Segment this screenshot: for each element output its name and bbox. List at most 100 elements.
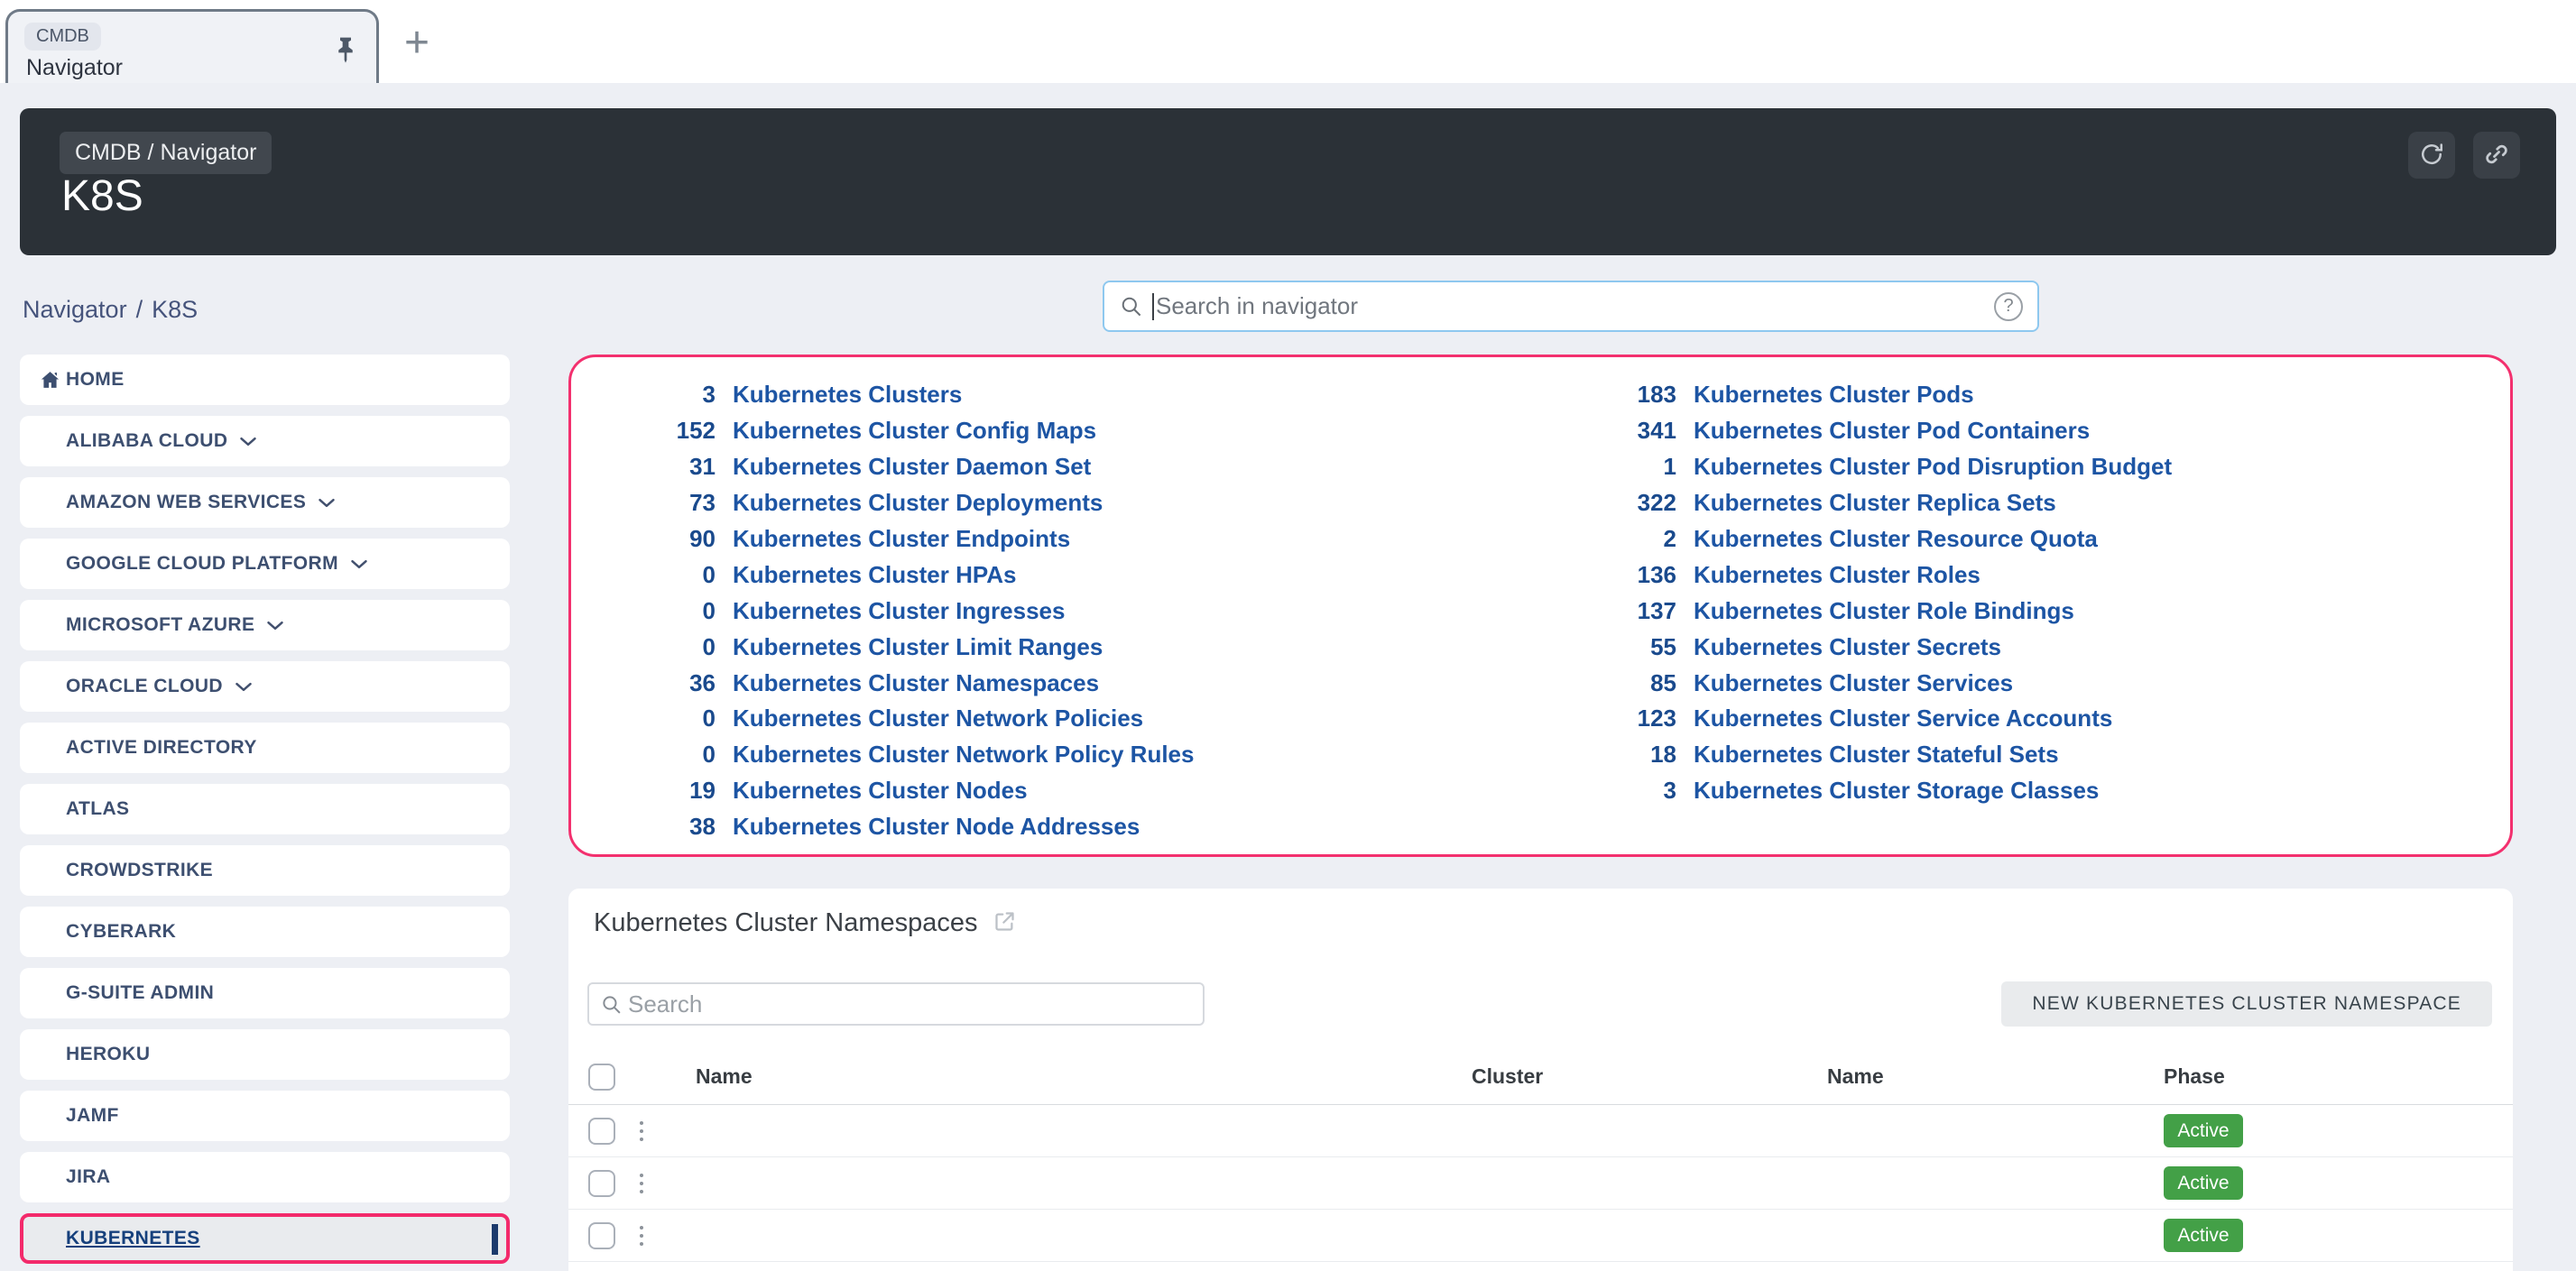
count-link[interactable]: Kubernetes Cluster Stateful Sets xyxy=(1694,741,2059,769)
column-header-name[interactable]: Name xyxy=(671,1064,1460,1089)
count-row: 0Kubernetes Cluster Limit Ranges xyxy=(616,629,1194,665)
help-icon[interactable]: ? xyxy=(1994,292,2023,321)
select-all-checkbox[interactable] xyxy=(588,1064,615,1091)
count-link[interactable]: Kubernetes Cluster Role Bindings xyxy=(1694,597,2074,625)
count-link[interactable]: Kubernetes Cluster Service Accounts xyxy=(1694,705,2112,732)
count-link[interactable]: Kubernetes Cluster Endpoints xyxy=(733,525,1070,553)
count-link[interactable]: Kubernetes Cluster Pod Containers xyxy=(1694,417,2090,445)
count-link[interactable]: Kubernetes Cluster Limit Ranges xyxy=(733,633,1103,661)
count-link[interactable]: Kubernetes Cluster Daemon Set xyxy=(733,453,1091,481)
chevron-down-icon xyxy=(239,436,257,447)
count-link[interactable]: Kubernetes Cluster Ingresses xyxy=(733,597,1065,625)
count-row: 136 Kubernetes Cluster Roles xyxy=(1577,557,2172,593)
tab-app-badge: CMDB xyxy=(24,23,101,51)
sidebar-item-heroku[interactable]: HEROKU xyxy=(20,1029,510,1080)
count-link[interactable]: Kubernetes Cluster Node Addresses xyxy=(733,813,1140,841)
count-link[interactable]: Kubernetes Cluster Resource Quota xyxy=(1694,525,2098,553)
count-row: 152Kubernetes Cluster Config Maps xyxy=(616,413,1194,449)
refresh-button[interactable] xyxy=(2408,132,2455,179)
sidebar-item-kubernetes[interactable]: KUBERNETES xyxy=(20,1213,510,1264)
row-checkbox[interactable] xyxy=(588,1118,615,1145)
row-menu-icon[interactable] xyxy=(628,1220,655,1251)
count-row: 3Kubernetes Cluster Storage Classes xyxy=(1577,773,2172,809)
table-search-input[interactable] xyxy=(628,990,1192,1018)
count-value: 183 xyxy=(1577,381,1676,409)
count-row: 341Kubernetes Cluster Pod Containers xyxy=(1577,413,2172,449)
count-row: 137 Kubernetes Cluster Role Bindings xyxy=(1577,593,2172,629)
new-namespace-button[interactable]: NEW KUBERNETES CLUSTER NAMESPACE xyxy=(2001,981,2492,1027)
count-row: 3Kubernetes Clusters xyxy=(616,377,1194,413)
row-checkbox[interactable] xyxy=(588,1170,615,1197)
count-value: 18 xyxy=(1577,741,1676,769)
sidebar-item-cyberark[interactable]: CYBERARK xyxy=(20,907,510,957)
kubernetes-counts-panel: 3Kubernetes Clusters 152Kubernetes Clust… xyxy=(568,355,2513,857)
count-value: 0 xyxy=(616,705,716,732)
sidebar-item-atlas[interactable]: ATLAS xyxy=(20,784,510,834)
sidebar-item-alibaba-cloud[interactable]: ALIBABA CLOUD xyxy=(20,416,510,466)
count-value: 2 xyxy=(1577,525,1676,553)
count-link[interactable]: Kubernetes Cluster Network Policies xyxy=(733,705,1143,732)
count-value: 36 xyxy=(616,669,716,697)
count-link[interactable]: Kubernetes Cluster HPAs xyxy=(733,561,1017,589)
count-link[interactable]: Kubernetes Cluster Storage Classes xyxy=(1694,777,2099,805)
sidebar-item-google-cloud-platform[interactable]: GOOGLE CLOUD PLATFORM xyxy=(20,539,510,589)
count-link[interactable]: Kubernetes Clusters xyxy=(733,381,962,409)
count-link[interactable]: Kubernetes Cluster Secrets xyxy=(1694,633,2001,661)
column-header-cluster[interactable]: Cluster xyxy=(1460,1064,1814,1089)
count-row: 2 Kubernetes Cluster Resource Quota xyxy=(1577,521,2172,557)
count-link[interactable]: Kubernetes Cluster Deployments xyxy=(733,489,1103,517)
count-link[interactable]: Kubernetes Cluster Replica Sets xyxy=(1694,489,2056,517)
sidebar-item-jira[interactable]: JIRA xyxy=(20,1152,510,1202)
tab-title: Navigator xyxy=(26,55,123,81)
tab-cmdb-navigator[interactable]: CMDB Navigator xyxy=(5,9,379,83)
count-link[interactable]: Kubernetes Cluster Config Maps xyxy=(733,417,1096,445)
count-row: 19Kubernetes Cluster Nodes xyxy=(616,773,1194,809)
sidebar-item-microsoft-azure[interactable]: MICROSOFT AZURE xyxy=(20,600,510,650)
count-value: 0 xyxy=(616,597,716,625)
count-link[interactable]: Kubernetes Cluster Nodes xyxy=(733,777,1028,805)
sidebar-item-active-directory[interactable]: ACTIVE DIRECTORY xyxy=(20,723,510,773)
count-link[interactable]: Kubernetes Cluster Services xyxy=(1694,669,2013,697)
column-header-name-2[interactable]: Name xyxy=(1814,1064,2162,1089)
breadcrumb-section[interactable]: Navigator xyxy=(23,296,127,323)
sidebar-item-oracle-cloud[interactable]: ORACLE CLOUD xyxy=(20,661,510,712)
sidebar-item-crowdstrike[interactable]: CROWDSTRIKE xyxy=(20,845,510,896)
count-link[interactable]: Kubernetes Cluster Network Policy Rules xyxy=(733,741,1194,769)
table-row[interactable]: Active xyxy=(568,1105,2513,1157)
count-value: 137 xyxy=(1577,597,1676,625)
counts-column-right: 183 Kubernetes Cluster Pods 341Kubernetes… xyxy=(1577,377,2172,809)
search-icon xyxy=(600,993,623,1016)
count-link[interactable]: Kubernetes Cluster Pod Disruption Budget xyxy=(1694,453,2172,481)
table-row[interactable]: Active xyxy=(568,1157,2513,1210)
pin-icon[interactable] xyxy=(331,35,360,64)
copy-link-button[interactable] xyxy=(2473,132,2520,179)
column-header-phase[interactable]: Phase xyxy=(2162,1064,2513,1089)
count-row: 1Kubernetes Cluster Pod Disruption Budge… xyxy=(1577,449,2172,485)
row-menu-icon[interactable] xyxy=(628,1116,655,1147)
count-link[interactable]: Kubernetes Cluster Namespaces xyxy=(733,669,1099,697)
count-row: 18 Kubernetes Cluster Stateful Sets xyxy=(1577,737,2172,773)
text-caret xyxy=(1152,293,1154,320)
sidebar-item-g-suite-admin[interactable]: G-SUITE ADMIN xyxy=(20,968,510,1018)
link-icon xyxy=(2483,141,2510,170)
selection-indicator xyxy=(492,1224,498,1255)
count-value: 136 xyxy=(1577,561,1676,589)
sidebar-item-amazon-web-services[interactable]: AMAZON WEB SERVICES xyxy=(20,477,510,528)
breadcrumb-separator: / xyxy=(136,296,143,323)
row-menu-icon[interactable] xyxy=(628,1168,655,1199)
row-checkbox[interactable] xyxy=(588,1222,615,1249)
count-row: 0Kubernetes Cluster HPAs xyxy=(616,557,1194,593)
table-row[interactable]: Active xyxy=(568,1210,2513,1262)
sidebar-item-jamf[interactable]: JAMF xyxy=(20,1091,510,1141)
breadcrumb-current: K8S xyxy=(152,296,198,323)
external-link-icon[interactable] xyxy=(993,909,1017,938)
navigator-search-input[interactable] xyxy=(1156,292,1994,320)
count-value: 55 xyxy=(1577,633,1676,661)
count-link[interactable]: Kubernetes Cluster Pods xyxy=(1694,381,1974,409)
page-title: K8S xyxy=(61,171,143,221)
new-tab-button[interactable]: + xyxy=(395,22,439,65)
count-link[interactable]: Kubernetes Cluster Roles xyxy=(1694,561,1980,589)
count-row: 55 Kubernetes Cluster Secrets xyxy=(1577,629,2172,665)
header-breadcrumb-badge: CMDB / Navigator xyxy=(60,132,272,174)
sidebar-item-home[interactable]: HOME xyxy=(20,355,510,405)
